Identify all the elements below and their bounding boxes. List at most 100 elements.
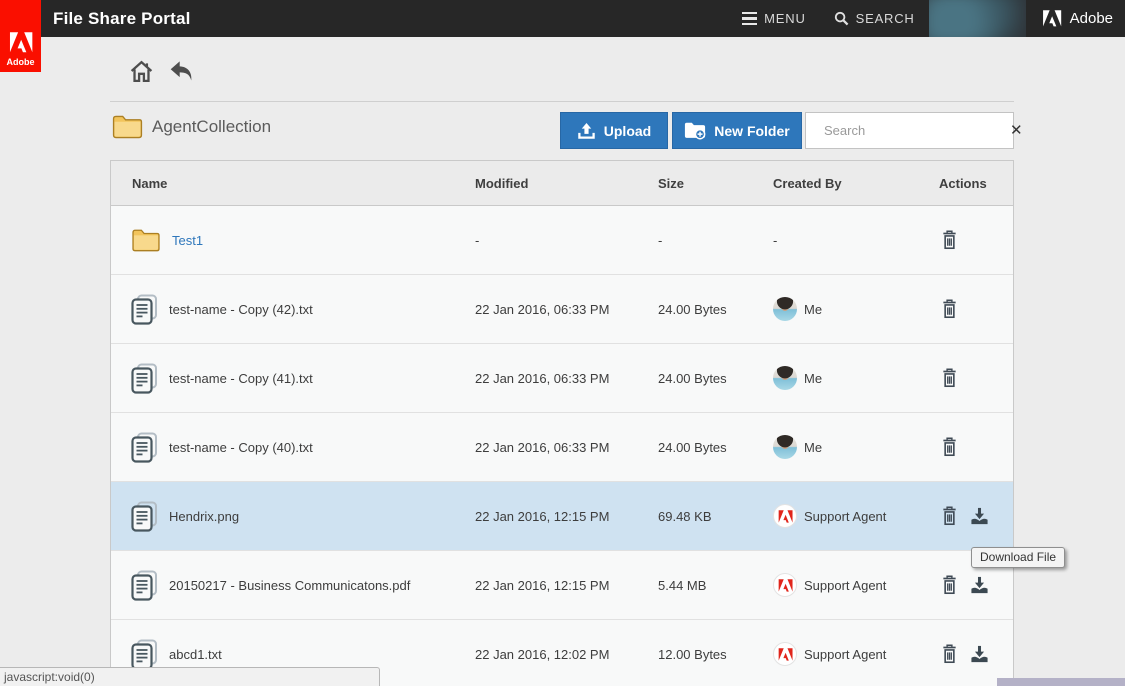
top-bar-right: MENU SEARCH Adobe [742, 0, 1113, 37]
actions-cell [939, 436, 1013, 458]
file-name[interactable]: abcd1.txt [169, 647, 222, 662]
agent-adobe-icon [778, 648, 793, 661]
adobe-logo-icon [1042, 10, 1062, 27]
adobe-brand: Adobe [1042, 10, 1113, 27]
name-cell[interactable]: Test1 [111, 227, 475, 253]
menu-label: MENU [764, 11, 805, 26]
new-folder-label: New Folder [714, 123, 789, 139]
file-table: Name Modified Size Created By Actions Te… [110, 160, 1014, 686]
table-row[interactable]: 20150217 - Business Communicatons.pdf 22… [111, 551, 1013, 620]
back-arrow-icon [169, 59, 196, 84]
modified-cell: 22 Jan 2016, 12:15 PM [475, 509, 658, 524]
header-size: Size [658, 176, 773, 191]
delete-button[interactable] [939, 436, 959, 458]
file-name[interactable]: test-name - Copy (42).txt [169, 302, 313, 317]
table-row[interactable]: test-name - Copy (41).txt 22 Jan 2016, 0… [111, 344, 1013, 413]
delete-button[interactable] [939, 367, 959, 389]
size-cell: 24.00 Bytes [658, 371, 773, 386]
created-by-cell: Support Agent [773, 642, 939, 666]
support-agent-avatar [773, 642, 797, 666]
created-by-cell: Me [773, 297, 939, 321]
name-cell[interactable]: test-name - Copy (42).txt [111, 294, 475, 325]
name-cell[interactable]: test-name - Copy (40).txt [111, 432, 475, 463]
actions-cell [939, 367, 1013, 389]
page-title: File Share Portal [53, 0, 191, 37]
file-name[interactable]: test-name - Copy (41).txt [169, 371, 313, 386]
table-body: Test1 - - - [111, 206, 1013, 686]
home-icon [129, 59, 154, 84]
trash-icon [941, 299, 958, 319]
me-avatar [773, 435, 797, 459]
back-button[interactable] [168, 57, 196, 85]
user-avatar[interactable] [929, 0, 1026, 37]
modified-cell: 22 Jan 2016, 12:02 PM [475, 647, 658, 662]
download-button[interactable] [969, 574, 989, 596]
delete-button[interactable] [939, 574, 959, 596]
trash-icon [941, 575, 958, 595]
file-name[interactable]: Hendrix.png [169, 509, 239, 524]
clear-search-icon[interactable]: ✕ [1008, 121, 1025, 140]
table-row[interactable]: Hendrix.png 22 Jan 2016, 12:15 PM 69.48 … [111, 482, 1013, 551]
size-cell: 5.44 MB [658, 578, 773, 593]
search-input[interactable] [824, 123, 1000, 138]
creator-name: Support Agent [804, 509, 886, 524]
folder-icon [112, 114, 143, 139]
global-search-button[interactable]: SEARCH [834, 11, 915, 26]
table-row[interactable]: Test1 - - - [111, 206, 1013, 275]
created-by-cell: Support Agent [773, 573, 939, 597]
size-cell: 24.00 Bytes [658, 440, 773, 455]
file-icon [131, 363, 158, 394]
file-share-portal-window: File Share Portal MENU SEARCH [0, 0, 1125, 686]
adobe-badge: Adobe [0, 0, 41, 72]
upload-button[interactable]: Upload [560, 112, 668, 149]
adobe-badge-icon [9, 32, 33, 53]
hamburger-icon [742, 12, 757, 26]
search-label: SEARCH [856, 11, 915, 26]
file-name[interactable]: 20150217 - Business Communicatons.pdf [169, 578, 410, 593]
section-divider [110, 101, 1014, 102]
horizontal-scrollbar-thumb[interactable] [997, 678, 1125, 686]
modified-cell: - [475, 233, 658, 248]
table-row[interactable]: test-name - Copy (40).txt 22 Jan 2016, 0… [111, 413, 1013, 482]
name-cell[interactable]: 20150217 - Business Communicatons.pdf [111, 570, 475, 601]
table-row[interactable]: test-name - Copy (42).txt 22 Jan 2016, 0… [111, 275, 1013, 344]
name-cell[interactable]: test-name - Copy (41).txt [111, 363, 475, 394]
actions-cell [939, 229, 1013, 251]
collection-name: AgentCollection [152, 117, 271, 137]
menu-button[interactable]: MENU [742, 11, 805, 26]
created-by-cell: - [773, 233, 939, 248]
delete-button[interactable] [939, 229, 959, 251]
download-button[interactable] [969, 643, 989, 665]
adobe-badge-label: Adobe [7, 57, 35, 67]
delete-button[interactable] [939, 298, 959, 320]
header-created-by: Created By [773, 176, 939, 191]
table-header: Name Modified Size Created By Actions [111, 161, 1013, 206]
creator-name: Support Agent [804, 647, 886, 662]
upload-icon [577, 122, 596, 140]
top-bar: File Share Portal MENU SEARCH [0, 0, 1125, 37]
modified-cell: 22 Jan 2016, 06:33 PM [475, 302, 658, 317]
file-name[interactable]: test-name - Copy (40).txt [169, 440, 313, 455]
collection-header: AgentCollection [112, 114, 271, 139]
upload-label: Upload [604, 123, 651, 139]
file-icon [131, 501, 158, 532]
delete-button[interactable] [939, 643, 959, 665]
name-cell[interactable]: Hendrix.png [111, 501, 475, 532]
header-name: Name [111, 176, 475, 191]
name-cell[interactable]: abcd1.txt [111, 639, 475, 670]
new-folder-button[interactable]: New Folder [672, 112, 802, 149]
download-icon [970, 575, 989, 595]
download-button[interactable] [969, 505, 989, 527]
size-cell: 69.48 KB [658, 509, 773, 524]
created-by-cell: Support Agent [773, 504, 939, 528]
me-avatar [773, 366, 797, 390]
home-button[interactable] [127, 57, 155, 85]
delete-button[interactable] [939, 505, 959, 527]
creator-name: Me [804, 302, 822, 317]
actions-cell [939, 643, 1013, 665]
actions-cell [939, 505, 1013, 527]
header-actions: Actions [939, 176, 1013, 191]
support-agent-avatar [773, 573, 797, 597]
file-name[interactable]: Test1 [172, 233, 203, 248]
download-icon [970, 644, 989, 664]
